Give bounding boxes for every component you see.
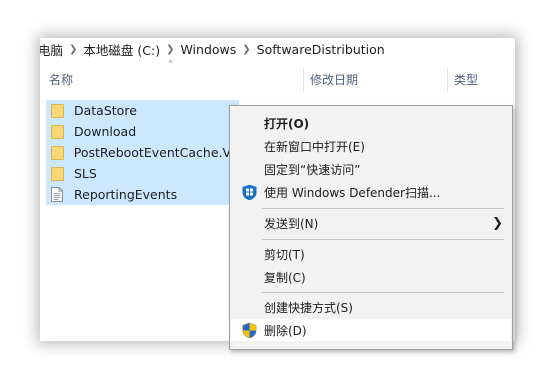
menu-item-label: 固定到“快速访问” (264, 162, 361, 177)
menu-item-create-shortcut[interactable]: 创建快捷方式(S) (231, 296, 511, 318)
chevron-right-icon[interactable]: ❯ (242, 44, 250, 55)
folder-icon (51, 103, 65, 119)
menu-item-copy[interactable]: 复制(C) (231, 266, 511, 288)
menu-item-label: 创建快捷方式(S) (264, 300, 353, 315)
chevron-right-icon[interactable]: ❯ (166, 44, 174, 55)
file-row-postrebooteventcache[interactable]: PostRebootEventCache.V2 (46, 142, 239, 163)
column-header-type[interactable]: 类型 (454, 66, 478, 94)
menu-item-delete[interactable]: 删除(D) (231, 319, 511, 341)
menu-item-cut[interactable]: 剪切(T) (231, 243, 511, 265)
breadcrumb-computer[interactable]: 电脑 (40, 40, 63, 59)
sort-ascending-icon: ˄ (168, 60, 173, 71)
menu-item-label: 剪切(T) (264, 247, 305, 262)
file-row-download[interactable]: Download (46, 121, 239, 142)
folder-icon (51, 166, 65, 182)
column-header-date-modified[interactable]: 修改日期 (310, 66, 358, 94)
column-header-name[interactable]: 名称 (49, 66, 73, 94)
windows-defender-icon (241, 184, 258, 201)
file-name: Download (74, 124, 137, 139)
column-header: ˄ 名称 修改日期 类型 (40, 60, 515, 94)
menu-item-label: 删除(D) (264, 323, 307, 338)
menu-item-open-new-window[interactable]: 在新窗口中打开(E) (231, 135, 511, 157)
menu-separator (262, 292, 504, 293)
breadcrumb-windows[interactable]: Windows (180, 42, 236, 57)
folder-icon (51, 145, 65, 161)
menu-item-pin-quick-access[interactable]: 固定到“快速访问” (231, 158, 511, 180)
context-menu: 打开(O) 在新窗口中打开(E) 固定到“快速访问” 使用 Windows De… (229, 105, 513, 350)
chevron-right-icon[interactable]: ❯ (69, 44, 77, 55)
file-name: DataStore (74, 103, 137, 118)
menu-item-label: 在新窗口中打开(E) (264, 139, 365, 154)
menu-item-defender-scan[interactable]: 使用 Windows Defender扫描... (231, 181, 511, 203)
breadcrumb-softwaredistribution[interactable]: SoftwareDistribution (257, 42, 385, 57)
menu-separator (262, 239, 504, 240)
file-row-reportingevents[interactable]: ReportingEvents (46, 184, 239, 205)
menu-item-open[interactable]: 打开(O) (231, 112, 511, 134)
file-row-sls[interactable]: SLS (46, 163, 239, 184)
file-name: SLS (74, 166, 97, 181)
address-bar[interactable]: 电脑 ❯ 本地磁盘 (C:) ❯ Windows ❯ SoftwareDistr… (40, 38, 515, 60)
file-name: PostRebootEventCache.V2 (73, 145, 239, 160)
breadcrumb-local-disk[interactable]: 本地磁盘 (C:) (83, 40, 160, 59)
menu-separator (262, 208, 504, 209)
file-name: ReportingEvents (74, 187, 178, 202)
menu-item-label: 使用 Windows Defender扫描... (264, 185, 441, 200)
menu-item-label: 发送到(N) (264, 216, 319, 231)
column-divider[interactable] (303, 68, 304, 92)
text-file-icon (51, 187, 65, 203)
uac-shield-icon (241, 322, 258, 339)
file-row-datastore[interactable]: DataStore (46, 100, 239, 121)
menu-item-label: 复制(C) (264, 270, 306, 285)
folder-icon (51, 124, 65, 140)
column-divider[interactable] (447, 68, 448, 92)
chevron-right-icon: ❯ (492, 216, 503, 231)
menu-item-send-to[interactable]: 发送到(N) ❯ (231, 212, 511, 234)
menu-item-label: 打开(O) (264, 116, 310, 131)
